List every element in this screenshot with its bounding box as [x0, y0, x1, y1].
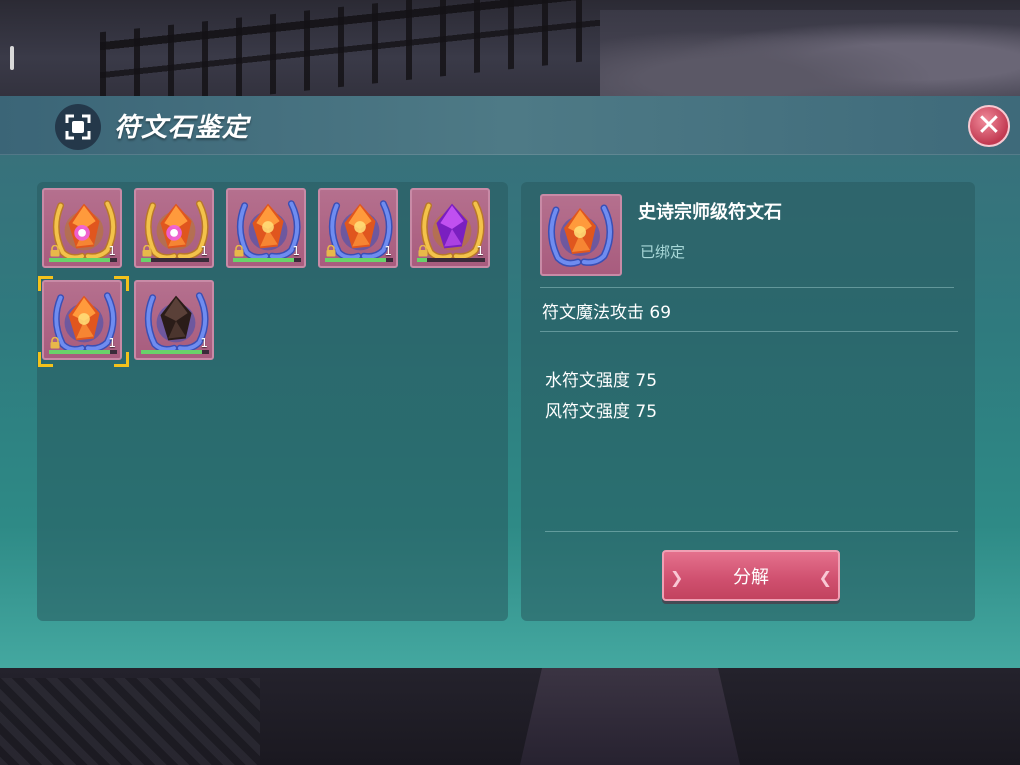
rune-slot[interactable]: 1: [134, 188, 214, 268]
selection-corner: [114, 276, 129, 291]
lock-icon: [234, 245, 244, 257]
item-count: 1: [108, 244, 116, 258]
item-count: 1: [108, 336, 116, 350]
structure-decoration: [0, 678, 260, 765]
lock-icon: [142, 245, 152, 257]
rune-slot[interactable]: 1: [42, 188, 122, 268]
progress-bar: [49, 258, 117, 262]
decompose-label: 分解: [733, 566, 769, 588]
panel-title: 符文石鉴定: [114, 113, 250, 143]
background-scene-bottom: [0, 668, 1020, 765]
progress-bar: [233, 258, 301, 262]
rune-name: 史诗宗师级符文石: [638, 202, 782, 223]
item-count: 1: [384, 244, 392, 258]
progress-bar: [417, 258, 485, 262]
bound-status: 已绑定: [640, 243, 686, 261]
panel-header: 符文石鉴定 ✕: [0, 96, 1020, 155]
divider: [540, 331, 958, 332]
lock-icon: [326, 245, 336, 257]
decompose-button[interactable]: ❯ 分解 ❮: [662, 550, 840, 601]
chevron-left-icon: ❮: [818, 568, 832, 587]
close-icon: ✕: [976, 108, 1002, 143]
rune-identify-panel: 符文石鉴定 ✕: [0, 96, 1020, 668]
status-indicator: [10, 46, 14, 70]
progress-bar: [49, 350, 117, 354]
selection-corner: [114, 352, 129, 367]
rune-slot[interactable]: 1: [410, 188, 490, 268]
lock-icon: [50, 337, 60, 349]
rune-slot[interactable]: 1: [318, 188, 398, 268]
item-count: 1: [476, 244, 484, 258]
item-count: 1: [200, 244, 208, 258]
rune-slot[interactable]: 1: [134, 280, 214, 360]
scan-frame-icon: [55, 104, 101, 150]
rune-slot[interactable]: 1: [226, 188, 306, 268]
lock-icon: [418, 245, 428, 257]
railing-decoration: [100, 0, 600, 96]
background-scene-top: [0, 0, 1020, 96]
progress-bar: [141, 350, 209, 354]
selected-rune-icon: [540, 194, 622, 276]
main-stat: 符文魔法攻击 69: [542, 303, 672, 323]
divider: [540, 287, 954, 288]
sub-stat: 风符文强度 75: [545, 402, 658, 422]
sub-stat: 水符文强度 75: [545, 371, 658, 391]
close-button[interactable]: ✕: [968, 105, 1010, 147]
item-count: 1: [200, 336, 208, 350]
divider: [545, 531, 958, 532]
pillar-decoration: [520, 668, 740, 765]
progress-bar: [325, 258, 393, 262]
rune-slot[interactable]: 1: [42, 280, 122, 360]
chevron-right-icon: ❯: [670, 568, 684, 587]
selection-corner: [38, 352, 53, 367]
progress-bar: [141, 258, 209, 262]
selection-corner: [38, 276, 53, 291]
lock-icon: [50, 245, 60, 257]
item-count: 1: [292, 244, 300, 258]
rocks-decoration: [600, 10, 1020, 96]
